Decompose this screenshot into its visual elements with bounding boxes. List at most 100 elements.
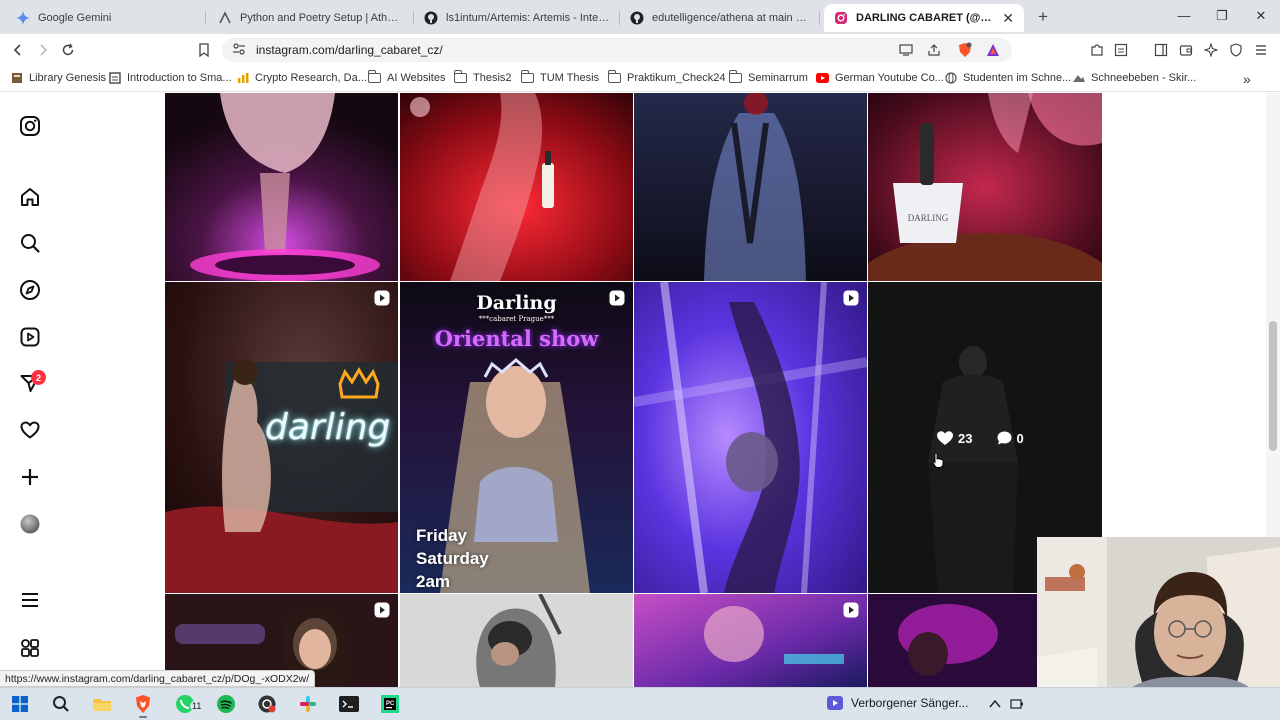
reel-icon (374, 290, 390, 306)
post-thumbnail[interactable] (400, 93, 633, 281)
battery-tray-icon[interactable] (1005, 693, 1029, 715)
brave-shield-icon[interactable] (957, 42, 973, 58)
notification-text: Verborgener Sänger... (851, 696, 969, 710)
notifications-heart-icon[interactable] (18, 418, 42, 442)
restore-icon[interactable]: ❐ (1210, 8, 1234, 24)
home-icon[interactable] (18, 185, 42, 209)
hand-cursor-icon (932, 452, 944, 471)
bookmark-label: Studenten im Schne... (963, 71, 1072, 84)
screen-recorder-icon[interactable] (255, 693, 279, 715)
new-tab-button[interactable]: + (1033, 7, 1053, 27)
bookmark-german-youtube[interactable]: German Youtube Co... (816, 71, 944, 84)
cast-icon[interactable] (898, 42, 914, 58)
bookmark-praktikum[interactable]: Praktikum_Check24 (608, 69, 725, 84)
pycharm-icon[interactable]: PC (378, 693, 402, 715)
address-toolbar: instagram.com/darling_cabaret_cz/ (0, 34, 1280, 66)
post-thumbnail[interactable] (634, 282, 867, 593)
show-title: Oriental show (434, 326, 599, 351)
search-icon[interactable] (18, 231, 42, 255)
vpn-icon[interactable] (1228, 42, 1244, 58)
reload-icon[interactable] (59, 41, 77, 59)
spotify-icon[interactable] (214, 693, 238, 715)
leo-ai-icon[interactable] (1203, 42, 1219, 58)
book-icon (10, 71, 23, 84)
slack-icon[interactable] (296, 693, 320, 715)
youtube-icon (816, 71, 829, 84)
bookmark-studenten[interactable]: Studenten im Schne... (944, 71, 1071, 84)
brave-browser-icon[interactable] (131, 693, 155, 718)
brave-rewards-icon[interactable] (985, 42, 1001, 58)
folder-icon (521, 69, 534, 84)
ski-icon (1072, 71, 1085, 84)
menu-icon[interactable] (1253, 42, 1269, 58)
tab-athena-docs[interactable]: Python and Poetry Setup | Athena Do (208, 4, 414, 32)
schedule-time: 2am (416, 572, 451, 591)
post-thumbnail[interactable] (634, 93, 867, 281)
forward-icon[interactable] (34, 41, 52, 59)
bookmark-library-genesis[interactable]: Library Genesis (10, 71, 106, 84)
wallet-icon[interactable] (1178, 42, 1194, 58)
more-menu-icon[interactable] (18, 588, 42, 612)
bookmark-intro-sma[interactable]: Introduction to Sma... (108, 71, 232, 84)
svg-text:PC: PC (386, 701, 395, 707)
reels-icon[interactable] (18, 325, 42, 349)
media-notification[interactable]: Verborgener Sänger... (827, 696, 968, 710)
url-text[interactable]: instagram.com/darling_cabaret_cz/ (256, 43, 443, 57)
extensions-icon[interactable] (1089, 42, 1105, 58)
share-icon[interactable] (926, 42, 942, 58)
whatsapp-icon[interactable]: 11 (173, 693, 204, 715)
tab-athena-github[interactable]: edutelligence/athena at main · ls1int (620, 4, 820, 32)
also-from-meta-icon[interactable] (18, 636, 42, 660)
bookmark-label: Schneebeben - Skir... (1091, 71, 1197, 84)
post-thumbnail[interactable]: DARLING (868, 93, 1102, 281)
post-thumbnail[interactable]: darling (165, 282, 398, 593)
create-plus-icon[interactable] (18, 465, 42, 489)
post-thumbnail[interactable] (165, 93, 398, 281)
file-explorer-icon[interactable] (90, 693, 114, 715)
profile-avatar[interactable] (18, 512, 42, 536)
bookmark-label: Introduction to Sma... (127, 71, 232, 84)
windows-start-icon[interactable] (8, 693, 32, 715)
bookmark-crypto-research[interactable]: Crypto Research, Da... (236, 71, 367, 84)
close-window-icon[interactable]: ✕ (1249, 8, 1273, 24)
folder-icon (368, 69, 381, 84)
brand-subtitle: ***cabaret Prague*** (478, 315, 555, 323)
messages-badge: 2 (31, 370, 46, 385)
post-thumbnail-oriental-show[interactable]: Darling ***cabaret Prague*** Oriental sh… (400, 282, 633, 593)
minimize-icon[interactable]: — (1172, 8, 1196, 23)
terminal-icon[interactable] (337, 693, 361, 715)
sidebar-toggle-icon[interactable] (1153, 42, 1169, 58)
tab-bar: Google Gemini Python and Poetry Setup | … (0, 0, 1280, 34)
instagram-logo-icon[interactable] (18, 114, 42, 138)
bookmark-thesis2[interactable]: Thesis2 (454, 69, 512, 84)
reader-icon[interactable] (1113, 42, 1129, 58)
post-thumbnail[interactable] (634, 594, 867, 687)
reel-icon (609, 290, 625, 306)
bookmark-ai-websites[interactable]: AI Websites (368, 69, 446, 84)
tab-label: Google Gemini (38, 12, 112, 24)
reel-icon (843, 290, 859, 306)
github-icon (630, 11, 644, 25)
back-icon[interactable] (9, 41, 27, 59)
more-bookmarks-icon[interactable]: » (1243, 71, 1251, 87)
bookmark-seminarrum[interactable]: Seminarrum (729, 69, 808, 84)
bookmark-schneebeben[interactable]: Schneebeben - Skir... (1072, 71, 1196, 84)
site-settings-icon[interactable] (232, 42, 246, 58)
taskbar-search-icon[interactable] (49, 693, 73, 715)
tray-chevron-up-icon[interactable] (983, 693, 1007, 715)
scrollbar-thumb[interactable] (1269, 321, 1277, 451)
omnibox[interactable]: instagram.com/darling_cabaret_cz/ (222, 38, 1012, 62)
windows-taskbar: 11 PC Verborgener Sänger... (0, 687, 1280, 720)
bookmark-tum-thesis[interactable]: TUM Thesis (521, 69, 599, 84)
tab-gemini[interactable]: Google Gemini (6, 4, 206, 32)
tab-artemis[interactable]: ls1intum/Artemis: Artemis - Interacti (414, 4, 620, 32)
explore-icon[interactable] (18, 278, 42, 302)
svg-text:DARLING: DARLING (908, 213, 949, 223)
tab-instagram[interactable]: DARLING CABARET (@darling_ ✕ (824, 4, 1024, 32)
close-tab-icon[interactable]: ✕ (1002, 10, 1014, 27)
bookmark-icon[interactable] (195, 41, 213, 59)
post-thumbnail[interactable] (400, 594, 633, 687)
bookmark-label: Seminarrum (748, 71, 808, 84)
gemini-icon (16, 11, 30, 25)
reel-icon (843, 602, 859, 618)
